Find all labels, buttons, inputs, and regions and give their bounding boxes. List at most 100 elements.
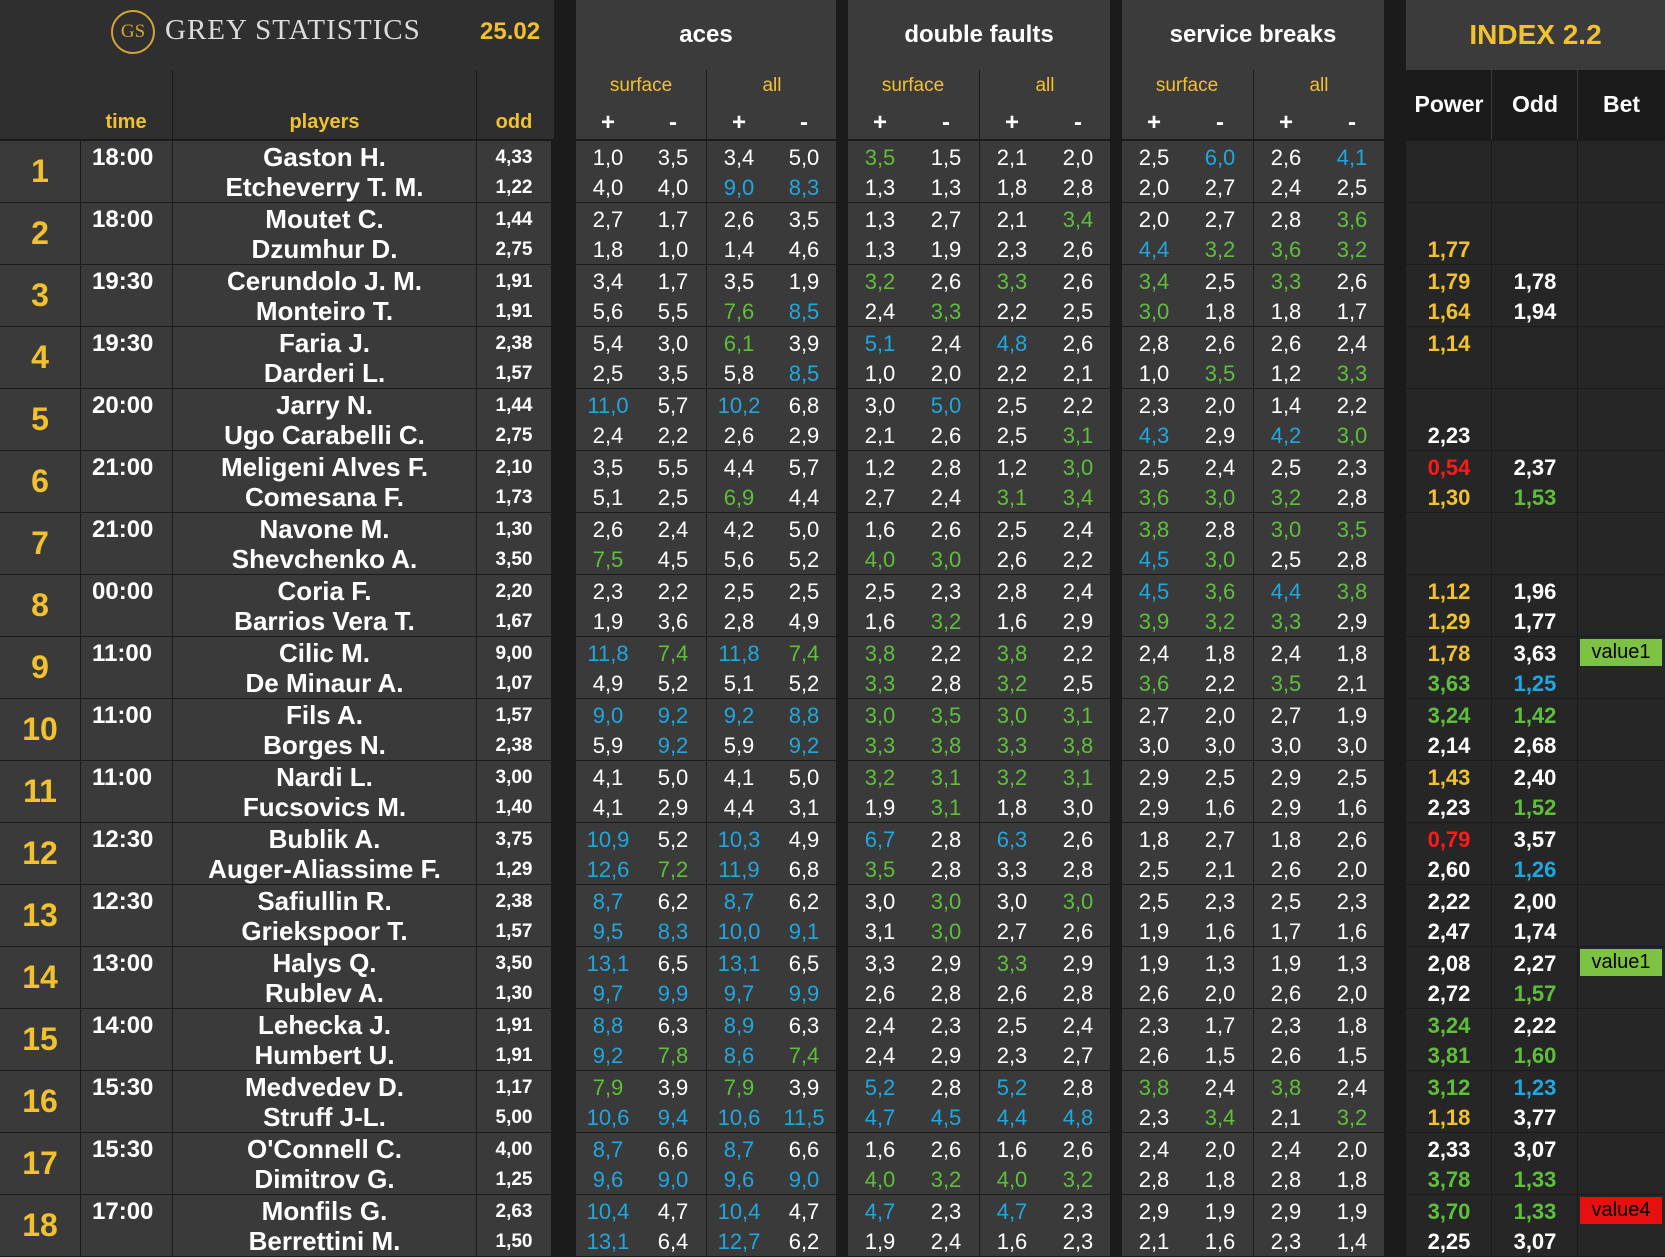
match-row: 4 19:30 Faria J. Darderi L. 2,38 1,57 5,4 2,5 3,…: [0, 327, 1665, 389]
aces-surface-minus-p2: 3,5: [657, 361, 689, 386]
player-1-name: Cerundolo J. M.: [227, 266, 422, 296]
sb-all-minus-p1: 4,1: [1336, 145, 1368, 170]
df-surface-plus-p2: 2,4: [864, 299, 896, 324]
sb-surface-minus-p1: 2,4: [1204, 455, 1236, 480]
match-number: 5: [31, 401, 49, 437]
df-all-minus-p1: 3,0: [1062, 455, 1094, 480]
player-1-odd: 2,63: [495, 1201, 533, 1222]
aces-all-plus-p2: 5,9: [723, 733, 755, 758]
df-surface-plus-p2: 1,6: [864, 609, 896, 634]
player-2-odd: 1,30: [495, 983, 533, 1004]
aces-surface-minus-p2: 7,2: [657, 857, 689, 882]
df-all-minus-p1: 2,8: [1062, 1075, 1094, 1100]
player-1-name: Bublik A.: [268, 824, 381, 854]
sb-surface-plus-p1: 2,4: [1138, 641, 1170, 666]
df-surface-plus-p1: 1,6: [864, 1137, 896, 1162]
match-time: 19:30: [92, 268, 154, 295]
sb-all-minus-p2: 3,0: [1336, 423, 1368, 448]
sb-surface-minus-p2: 1,6: [1204, 1229, 1236, 1254]
aces-surface-minus: -: [669, 109, 677, 136]
index-odd-p1: 1,78: [1513, 269, 1557, 294]
sb-all-plus-p1: 2,4: [1270, 1137, 1302, 1162]
sb-surface-plus-p2: 3,6: [1138, 671, 1170, 696]
power-p1: 3,12: [1427, 1075, 1471, 1100]
df-all-plus-p1: 2,1: [996, 207, 1028, 232]
sb-all-minus-p1: 3,5: [1336, 517, 1368, 542]
sb-all-plus: +: [1278, 109, 1293, 136]
bet-cell: [1578, 575, 1665, 636]
df-surface-plus-p1: 3,0: [864, 393, 896, 418]
aces-all-plus-p2: 9,6: [723, 1167, 755, 1192]
sb-surface-plus-p2: 2,6: [1138, 981, 1170, 1006]
df-surface-plus-p1: 2,4: [864, 1013, 896, 1038]
aces-surface-minus-p1: 3,9: [657, 1075, 689, 1100]
match-row: 16 15:30 Medvedev D. Struff J-L. 1,17 5,00 7,9…: [0, 1071, 1665, 1133]
aces-all-plus-p2: 6,9: [723, 485, 755, 510]
power-p1: 0,54: [1427, 455, 1471, 480]
df-surface-minus-p2: 1,9: [930, 237, 962, 262]
bet-header: Bet: [1602, 90, 1641, 117]
aces-surface-minus-p1: 5,2: [657, 827, 689, 852]
df-surface-minus-p1: 2,6: [930, 269, 962, 294]
sb-all-plus-p2: 3,2: [1270, 485, 1302, 510]
player-2-name: Etcheverry T. M.: [225, 172, 424, 202]
player-1-odd: 2,38: [495, 333, 533, 354]
match-number: 10: [22, 711, 58, 747]
df-surface-plus-p2: 1,9: [864, 795, 896, 820]
sb-surface-minus-p1: 2,6: [1204, 331, 1236, 356]
sb-surface-plus-p1: 2,3: [1138, 1013, 1170, 1038]
match-time: 18:00: [92, 206, 154, 233]
index-odd-header: Odd: [1512, 90, 1558, 117]
df-surface-minus-p2: 2,8: [930, 857, 962, 882]
df-all-plus-p1: 3,0: [996, 889, 1028, 914]
match-time: 17:00: [92, 1198, 154, 1225]
bet-cell: [1578, 1071, 1665, 1132]
df-all-label: all: [1035, 75, 1055, 96]
aces-surface-minus-p2: 5,2: [657, 671, 689, 696]
player-2-odd: 2,75: [495, 239, 533, 260]
sb-surface-plus-p2: 4,3: [1138, 423, 1170, 448]
player-1-odd: 1,44: [495, 395, 533, 416]
df-surface-plus-p1: 5,1: [864, 331, 896, 356]
df-all-minus-p2: 2,9: [1062, 609, 1094, 634]
aces-surface-minus-p2: 9,9: [657, 981, 689, 1006]
aces-surface-plus-p1: 3,5: [592, 455, 624, 480]
sb-surface-plus-p2: 2,9: [1138, 795, 1170, 820]
df-all-minus-p1: 2,4: [1062, 579, 1094, 604]
aces-surface-plus-p2: 5,6: [592, 299, 624, 324]
index-odd-p2: [1492, 358, 1578, 389]
match-row: 1 18:00 Gaston H. Etcheverry T. M. 4,33 1,22 1…: [0, 141, 1665, 203]
sb-surface-plus-p1: 4,5: [1138, 579, 1170, 604]
aces-all-plus-p2: 5,6: [723, 547, 755, 572]
match-row: 18 17:00 Monfils G. Berrettini M. 2,63 1,50 10…: [0, 1195, 1665, 1257]
df-all-minus-p2: 3,1: [1062, 423, 1094, 448]
sb-surface-minus-p2: 3,0: [1204, 485, 1236, 510]
sb-all-plus-p1: 2,6: [1270, 145, 1302, 170]
df-all-plus-p2: 3,1: [996, 485, 1028, 510]
index-odd-p2: [1492, 420, 1578, 451]
df-surface-minus-p2: 2,8: [930, 981, 962, 1006]
df-all-plus-p2: 2,6: [996, 981, 1028, 1006]
sb-surface-plus-p2: 2,8: [1138, 1167, 1170, 1192]
bet-cell: [1578, 327, 1665, 388]
aces-all-minus-p2: 8,5: [788, 361, 820, 386]
index-odd-p2: 1,26: [1513, 857, 1557, 882]
aces-surface-plus-p2: 12,6: [586, 857, 630, 882]
match-time: 11:00: [92, 764, 153, 791]
sb-all-minus-p2: 2,8: [1336, 485, 1368, 510]
match-time: 21:00: [92, 516, 154, 543]
df-surface-plus-p2: 2,4: [864, 1043, 896, 1068]
player-2-name: Struff J-L.: [263, 1102, 386, 1132]
df-surface-plus-p2: 2,6: [864, 981, 896, 1006]
aces-surface-plus-p2: 7,5: [592, 547, 624, 572]
sb-surface-plus-p1: 2,5: [1138, 145, 1170, 170]
match-number: 17: [22, 1145, 58, 1181]
player-1-odd: 1,17: [495, 1077, 533, 1098]
match-time: 15:30: [92, 1136, 154, 1163]
players-header: players: [289, 110, 360, 133]
odd-header: odd: [495, 110, 533, 133]
aces-surface-minus-p1: 7,4: [657, 641, 689, 666]
header-separator: [1491, 70, 1492, 139]
match-time: 19:30: [92, 330, 154, 357]
match-row: 14 13:00 Halys Q. Rublev A. 3,50 1,30 13,1 9,7 6…: [0, 947, 1665, 1009]
